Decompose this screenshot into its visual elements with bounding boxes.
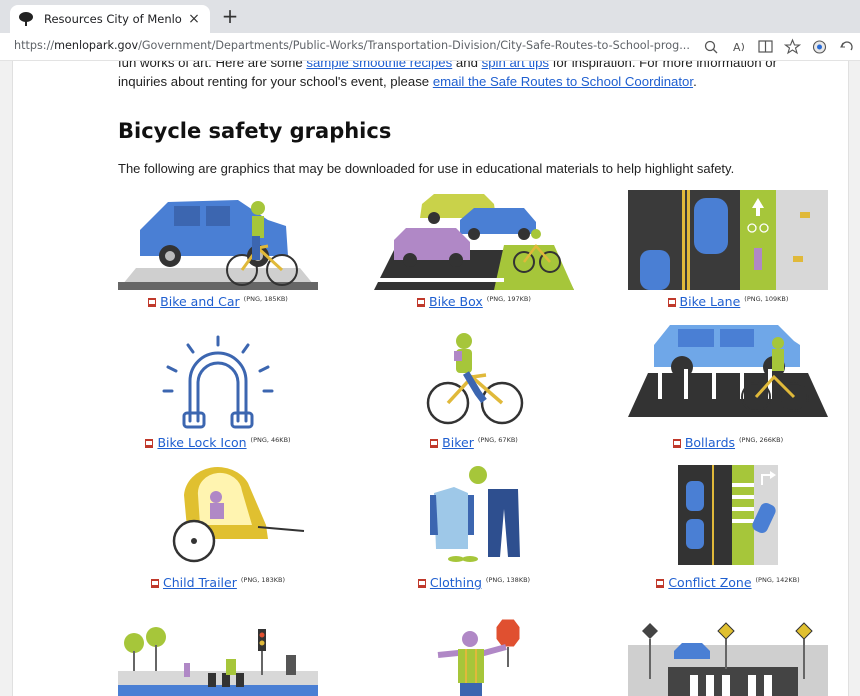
bollards-image[interactable] [628, 321, 828, 421]
image-file-icon [148, 298, 157, 307]
tree-favicon-icon [19, 12, 33, 26]
favorite-star-icon[interactable] [779, 37, 806, 57]
graphic-caption: Bollards (PNG, 266KB) [628, 435, 828, 450]
file-meta: (PNG, 197KB) [486, 294, 531, 303]
file-meta: (PNG, 183KB) [240, 575, 286, 584]
read-aloud-icon[interactable]: A [725, 37, 752, 57]
image-file-icon [417, 298, 426, 307]
left-panel-edge [0, 61, 13, 696]
url-path: /Government/Departments/Public-Works/Tra… [138, 39, 690, 52]
file-meta: (PNG, 138KB) [485, 575, 531, 584]
image-file-icon [150, 579, 159, 588]
biker-image[interactable] [374, 331, 574, 426]
image-file-icon [667, 298, 676, 307]
graphic-caption: Biker (PNG, 67KB) [374, 435, 574, 450]
extension-icon[interactable] [806, 37, 833, 57]
bike-and-car-link[interactable]: Bike and Car [160, 294, 240, 309]
intro-paragraph: fun works of art. Here are some sample s… [118, 61, 818, 91]
browser-essentials-icon[interactable] [833, 37, 860, 57]
bike-box-link[interactable]: Bike Box [429, 294, 483, 309]
graphic-caption: Bike Lane (PNG, 109KB) [628, 294, 828, 309]
clothing-image[interactable] [374, 465, 574, 565]
image-file-icon [656, 579, 665, 588]
child-trailer-image[interactable] [118, 465, 318, 565]
graphic-caption: Conflict Zone (PNG, 142KB) [628, 575, 828, 590]
new-tab-button[interactable]: + [218, 5, 242, 29]
graphic-caption: Child Trailer (PNG, 183KB) [118, 575, 318, 590]
bike-lock-icon-image[interactable] [118, 331, 318, 436]
page-viewport: fun works of art. Here are some sample s… [0, 61, 860, 696]
biker-link[interactable]: Biker [442, 435, 474, 450]
tab-strip: Resources City of Menlo Park × + [0, 0, 860, 33]
image-file-icon [417, 579, 426, 588]
file-meta: (PNG, 46KB) [250, 435, 291, 444]
clothing-link[interactable]: Clothing [430, 575, 482, 590]
address-bar[interactable]: https://menlopark.gov/Government/Departm… [0, 33, 860, 61]
vertical-scrollbar[interactable] [848, 61, 860, 696]
bike-and-car-image[interactable] [118, 190, 318, 290]
bike-lane-image[interactable] [628, 190, 828, 290]
email-coordinator-link[interactable]: email the Safe Routes to School Coordina… [433, 74, 693, 89]
bike-lane-link[interactable]: Bike Lane [680, 294, 741, 309]
child-trailer-link[interactable]: Child Trailer [163, 575, 237, 590]
address-bar-icons: A [698, 37, 860, 57]
file-meta: (PNG, 185KB) [243, 294, 288, 303]
reader-view-icon[interactable] [752, 37, 779, 57]
image-file-icon [430, 439, 439, 448]
smoothie-recipes-link[interactable]: sample smoothie recipes [306, 61, 452, 70]
conflict-zone-link[interactable]: Conflict Zone [668, 575, 751, 590]
url-prefix: https:// [14, 39, 55, 52]
section-heading: Bicycle safety graphics [118, 119, 392, 143]
url-domain: menlopark.gov [54, 39, 139, 52]
conflict-zone-image[interactable] [628, 465, 828, 565]
spin-art-tips-link[interactable]: spin art tips [482, 61, 549, 70]
intro-text: and [452, 61, 482, 70]
bike-box-image[interactable] [374, 190, 574, 290]
bollards-link[interactable]: Bollards [685, 435, 735, 450]
file-meta: (PNG, 109KB) [744, 294, 789, 303]
intro-text: for inspiration. For more information or [549, 61, 777, 70]
svg-text:A: A [733, 41, 741, 54]
image-file-icon [672, 439, 681, 448]
graphic-caption: Bike and Car (PNG, 185KB) [118, 294, 318, 309]
url-text[interactable]: https://menlopark.gov/Government/Departm… [14, 39, 690, 52]
school-crossing-image[interactable] [628, 617, 828, 696]
file-meta: (PNG, 142KB) [755, 575, 800, 584]
graphic-caption: Bike Lock Icon (PNG, 46KB) [118, 435, 318, 450]
intro-text: inquiries about renting for your school'… [118, 74, 433, 89]
file-meta: (PNG, 266KB) [739, 435, 784, 444]
zoom-icon[interactable] [698, 37, 725, 57]
section-description: The following are graphics that may be d… [118, 161, 735, 176]
tab-title: Resources City of Menlo Park [44, 12, 186, 26]
browser-tab[interactable]: Resources City of Menlo Park × [10, 5, 210, 33]
close-tab-icon[interactable]: × [186, 11, 202, 27]
file-meta: (PNG, 67KB) [477, 435, 518, 444]
image-file-icon [145, 439, 154, 448]
graphic-caption: Bike Box (PNG, 197KB) [374, 294, 574, 309]
crosswalk-scene-image[interactable] [118, 623, 318, 696]
bike-lock-icon-link[interactable]: Bike Lock Icon [157, 435, 246, 450]
crossing-guard-image[interactable] [374, 617, 574, 696]
graphic-caption: Clothing (PNG, 138KB) [374, 575, 574, 590]
intro-text: . [693, 74, 697, 89]
intro-text: fun works of art. Here are some [118, 61, 307, 70]
